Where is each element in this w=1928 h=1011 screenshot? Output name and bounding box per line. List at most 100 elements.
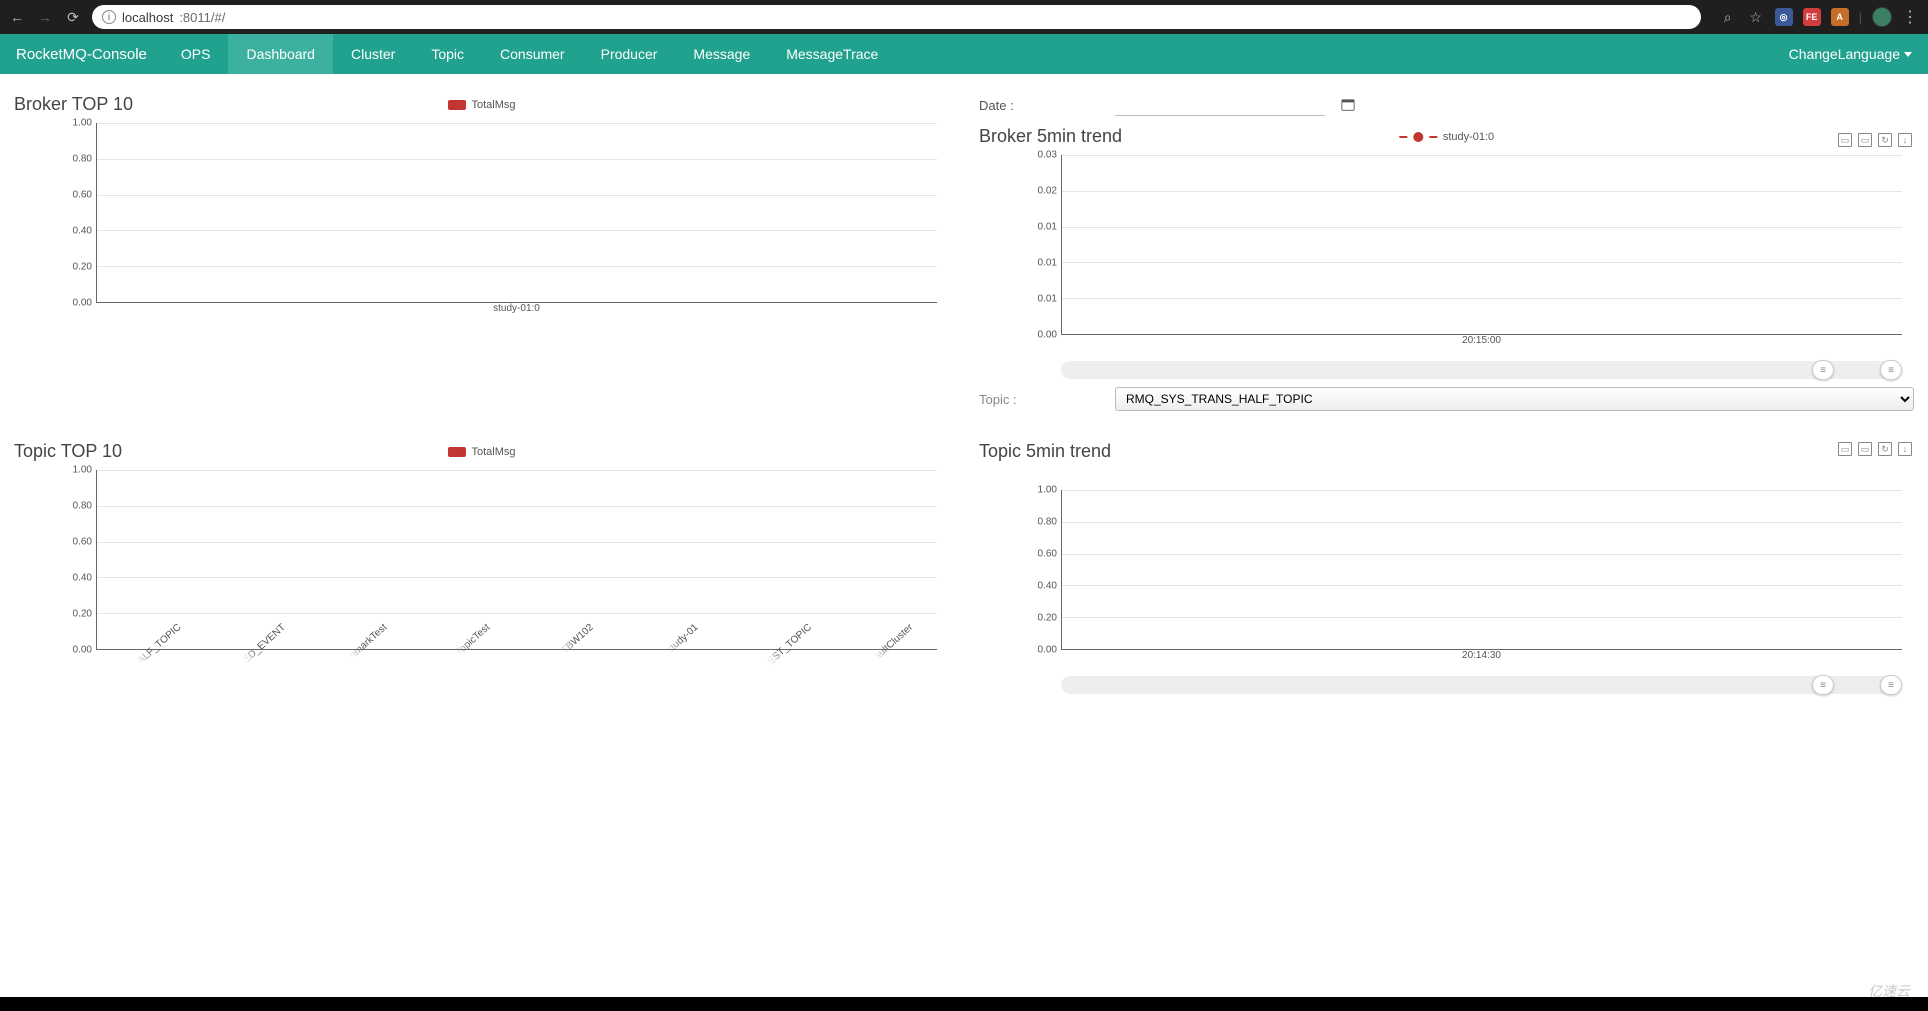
browser-menu-icon[interactable]: ⋮ bbox=[1902, 7, 1920, 27]
x-tick: hmarkTest bbox=[348, 622, 390, 661]
legend-label: TotalMsg bbox=[471, 446, 515, 458]
chart-topic-trend: ▭ ▭ ↻ ↓ 0.000.200.400.600.801.00 20:14:3… bbox=[979, 490, 1914, 670]
x-tick: EST_TOPIC bbox=[766, 622, 815, 667]
slider-handle-right[interactable]: ≡ bbox=[1880, 675, 1902, 695]
zoom-reset-icon[interactable]: ▭ bbox=[1858, 442, 1872, 456]
y-tick: 0.00 bbox=[73, 298, 92, 309]
x-tick: study-01 bbox=[665, 622, 701, 656]
y-tick: 0.00 bbox=[1038, 330, 1057, 341]
address-bar[interactable]: i localhost :8011/#/ bbox=[92, 5, 1701, 29]
topic-select[interactable]: RMQ_SYS_TRANS_HALF_TOPIC bbox=[1115, 387, 1914, 411]
nav-topic[interactable]: Topic bbox=[413, 34, 482, 74]
chart-broker-top10: TotalMsg 0.000.200.400.600.801.00 study-… bbox=[14, 123, 949, 323]
legend-dot-icon bbox=[1413, 132, 1423, 142]
nav-ops[interactable]: OPS bbox=[163, 34, 229, 74]
time-range-slider[interactable]: ≡ ≡ bbox=[1061, 676, 1902, 694]
topic-label: Topic : bbox=[979, 392, 1099, 407]
change-language[interactable]: ChangeLanguage bbox=[1773, 46, 1928, 62]
y-tick: 1.00 bbox=[1038, 485, 1057, 496]
panel-topic-trend: Topic 5min trend ▭ ▭ ↻ ↓ 0.000.200.400.6… bbox=[979, 441, 1914, 694]
y-tick: 0.40 bbox=[73, 226, 92, 237]
slider-handle-right[interactable]: ≡ bbox=[1880, 360, 1902, 380]
panel-broker-trend: Date : Broker 5min trend study-01:0 ▭ ▭ … bbox=[979, 94, 1914, 411]
chart-legend[interactable]: TotalMsg bbox=[447, 446, 515, 458]
x-tick: TopicTest bbox=[454, 622, 492, 658]
y-tick: 0.01 bbox=[1038, 258, 1057, 269]
y-tick: 0.60 bbox=[73, 190, 92, 201]
forward-icon[interactable]: → bbox=[36, 8, 54, 26]
y-tick: 0.20 bbox=[73, 262, 92, 273]
y-tick: 0.40 bbox=[73, 573, 92, 584]
url-path: :8011/#/ bbox=[179, 10, 225, 25]
profile-avatar[interactable] bbox=[1872, 7, 1892, 27]
y-tick: 0.40 bbox=[1038, 581, 1057, 592]
zoom-icon[interactable]: ▭ bbox=[1838, 133, 1852, 147]
nav-messagetrace[interactable]: MessageTrace bbox=[768, 34, 896, 74]
nav-consumer[interactable]: Consumer bbox=[482, 34, 583, 74]
slider-handle-left[interactable]: ≡ bbox=[1812, 360, 1834, 380]
chart-title: Topic 5min trend bbox=[979, 441, 1914, 462]
topic-select-row: Topic : RMQ_SYS_TRANS_HALF_TOPIC bbox=[979, 387, 1914, 411]
y-tick: 1.00 bbox=[73, 118, 92, 129]
dashboard-page: Broker TOP 10 TotalMsg 0.000.200.400.600… bbox=[0, 74, 1928, 744]
nav-message[interactable]: Message bbox=[675, 34, 768, 74]
y-tick: 0.20 bbox=[73, 609, 92, 620]
app-navbar: RocketMQ-Console OPS Dashboard Cluster T… bbox=[0, 34, 1928, 74]
extension-icon-2[interactable]: FE bbox=[1803, 8, 1821, 26]
date-input[interactable] bbox=[1115, 94, 1325, 116]
y-tick: 0.03 bbox=[1038, 150, 1057, 161]
legend-label: TotalMsg bbox=[471, 99, 515, 111]
chart-legend[interactable]: TotalMsg bbox=[447, 99, 515, 111]
nav-cluster[interactable]: Cluster bbox=[333, 34, 413, 74]
restore-icon[interactable]: ↻ bbox=[1878, 442, 1892, 456]
reload-icon[interactable]: ⟳ bbox=[64, 8, 82, 26]
nav-producer[interactable]: Producer bbox=[583, 34, 676, 74]
restore-icon[interactable]: ↻ bbox=[1878, 133, 1892, 147]
extension-icon-1[interactable]: ◎ bbox=[1775, 8, 1793, 26]
y-tick: 0.80 bbox=[1038, 517, 1057, 528]
y-tick: 0.02 bbox=[1038, 186, 1057, 197]
legend-swatch-icon bbox=[447, 447, 465, 457]
back-icon[interactable]: ← bbox=[8, 8, 26, 26]
legend-line-icon bbox=[1429, 136, 1437, 138]
x-tick: ED_EVENT bbox=[241, 622, 288, 666]
y-tick: 0.00 bbox=[73, 645, 92, 656]
slider-handle-left[interactable]: ≡ bbox=[1812, 675, 1834, 695]
bookmark-icon[interactable]: ☆ bbox=[1747, 8, 1765, 26]
y-tick: 0.60 bbox=[1038, 549, 1057, 560]
search-addr-icon[interactable]: ⌕ bbox=[1719, 8, 1737, 26]
save-image-icon[interactable]: ↓ bbox=[1898, 442, 1912, 456]
caret-down-icon bbox=[1904, 52, 1912, 57]
y-tick: 0.80 bbox=[73, 501, 92, 512]
y-tick: 0.00 bbox=[1038, 645, 1057, 656]
x-tick: study-01:0 bbox=[493, 303, 540, 314]
chart-legend[interactable]: study-01:0 bbox=[1399, 131, 1494, 143]
legend-line-icon bbox=[1399, 136, 1407, 138]
chart-toolbox: ▭ ▭ ↻ ↓ bbox=[1838, 133, 1912, 147]
legend-label: study-01:0 bbox=[1443, 131, 1494, 143]
date-label: Date : bbox=[979, 98, 1099, 113]
calendar-icon[interactable] bbox=[1341, 98, 1355, 112]
x-tick: TBW102 bbox=[560, 622, 596, 656]
brand[interactable]: RocketMQ-Console bbox=[0, 46, 163, 63]
x-tick: ALF_TOPIC bbox=[135, 622, 183, 666]
extension-icon-3[interactable]: A bbox=[1831, 8, 1849, 26]
chart-broker-trend: study-01:0 ▭ ▭ ↻ ↓ 0.000.010.010.010.020… bbox=[979, 155, 1914, 355]
info-icon[interactable]: i bbox=[102, 10, 116, 24]
save-image-icon[interactable]: ↓ bbox=[1898, 133, 1912, 147]
zoom-icon[interactable]: ▭ bbox=[1838, 442, 1852, 456]
y-tick: 0.80 bbox=[73, 154, 92, 165]
bottom-bar bbox=[0, 997, 1928, 1011]
x-tick: 20:15:00 bbox=[1462, 335, 1501, 346]
time-range-slider[interactable]: ≡ ≡ bbox=[1061, 361, 1902, 379]
browser-actions: ⌕ ☆ ◎ FE A | ⋮ bbox=[1711, 7, 1920, 27]
date-picker-row: Date : bbox=[979, 94, 1914, 116]
panel-topic-top10: Topic TOP 10 TotalMsg 0.000.200.400.600.… bbox=[14, 441, 949, 694]
y-tick: 0.01 bbox=[1038, 222, 1057, 233]
legend-swatch-icon bbox=[447, 100, 465, 110]
panel-broker-top10: Broker TOP 10 TotalMsg 0.000.200.400.600… bbox=[14, 94, 949, 411]
url-host: localhost bbox=[122, 10, 173, 25]
nav-dashboard[interactable]: Dashboard bbox=[228, 34, 333, 74]
y-tick: 1.00 bbox=[73, 465, 92, 476]
zoom-reset-icon[interactable]: ▭ bbox=[1858, 133, 1872, 147]
